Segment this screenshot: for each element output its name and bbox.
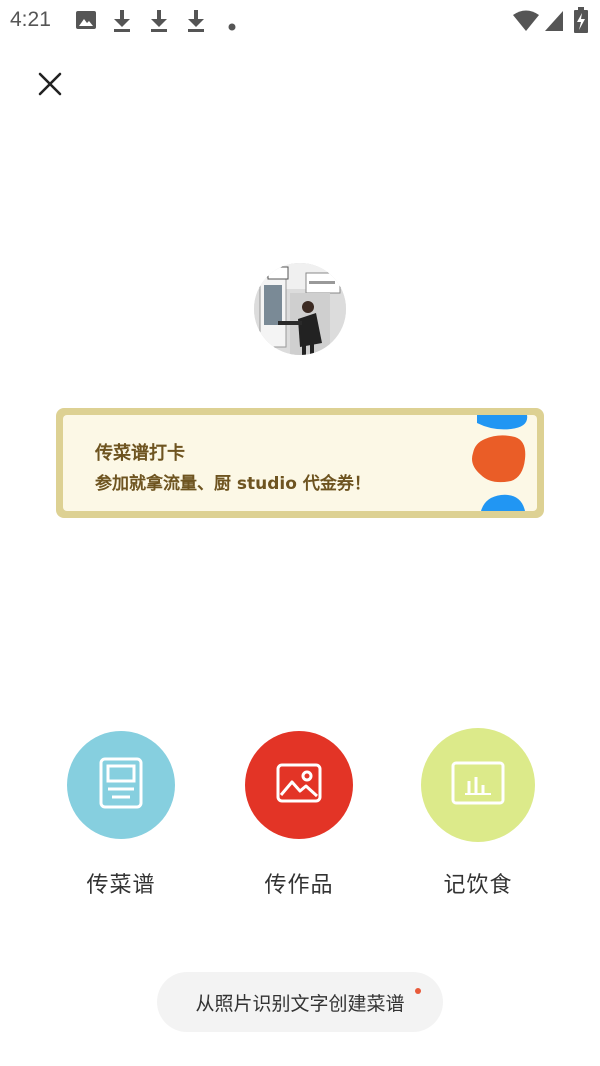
close-button[interactable]	[30, 66, 70, 106]
log-diet-label: 记饮食	[443, 873, 513, 898]
download-icon	[185, 9, 207, 37]
recipe-document-icon	[99, 757, 143, 813]
notification-dot	[415, 988, 421, 994]
banner-title: 传菜谱打卡	[95, 443, 185, 464]
signal-icon	[544, 10, 564, 36]
log-diet-button[interactable]	[421, 728, 535, 842]
ocr-create-recipe-label: 从照片识别文字创建菜谱	[195, 992, 405, 1015]
status-bar: 4:21	[0, 0, 600, 44]
image-icon	[276, 763, 322, 807]
download-icon	[111, 9, 133, 37]
banner-inner: 传菜谱打卡 参加就拿流量、厨 studio 代金券！	[63, 415, 537, 511]
upload-recipe-button[interactable]	[67, 731, 175, 839]
download-icon	[148, 9, 170, 37]
upload-work-action[interactable]: 传作品	[219, 728, 379, 899]
upload-recipe-label: 传菜谱	[86, 873, 156, 898]
wifi-icon	[512, 10, 540, 36]
status-time: 4:21	[10, 8, 51, 31]
close-icon	[38, 72, 62, 100]
banner-decoration	[467, 415, 537, 511]
image-icon	[75, 9, 97, 35]
avatar	[254, 263, 346, 355]
battery-charging-icon	[574, 7, 588, 37]
upload-work-button[interactable]	[245, 731, 353, 839]
dot-icon	[228, 16, 236, 35]
ocr-create-recipe-button[interactable]: 从照片识别文字创建菜谱	[157, 972, 443, 1032]
promo-banner[interactable]: 传菜谱打卡 参加就拿流量、厨 studio 代金券！	[56, 408, 544, 518]
upload-work-label: 传作品	[264, 873, 334, 898]
banner-subtitle: 参加就拿流量、厨 studio 代金券！	[95, 474, 371, 494]
log-diet-action[interactable]: 记饮食	[398, 728, 558, 899]
chart-icon	[451, 761, 505, 809]
upload-recipe-action[interactable]: 传菜谱	[41, 728, 201, 899]
